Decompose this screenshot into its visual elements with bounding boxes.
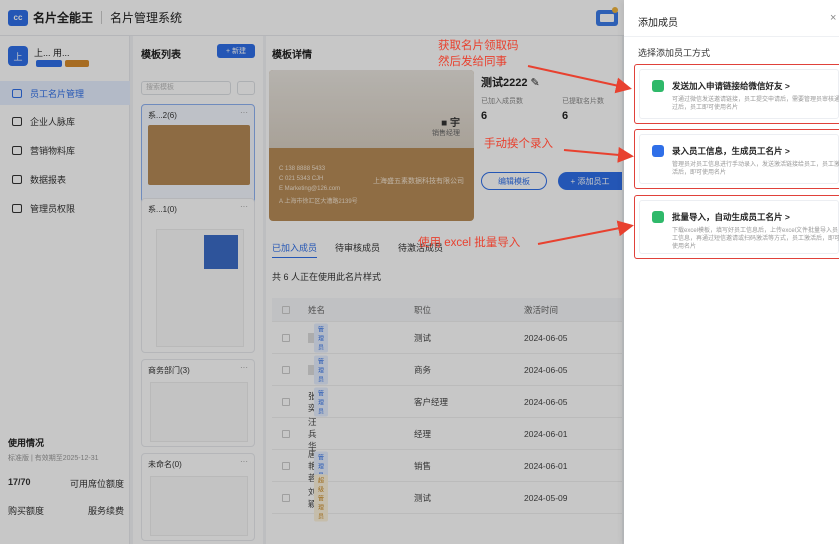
arrow-to-manual-option: [563, 146, 634, 163]
arrow-to-wechat-option: [527, 65, 632, 94]
arrow-to-excel-option: [537, 220, 634, 245]
annotation-arrows: [527, 65, 634, 245]
